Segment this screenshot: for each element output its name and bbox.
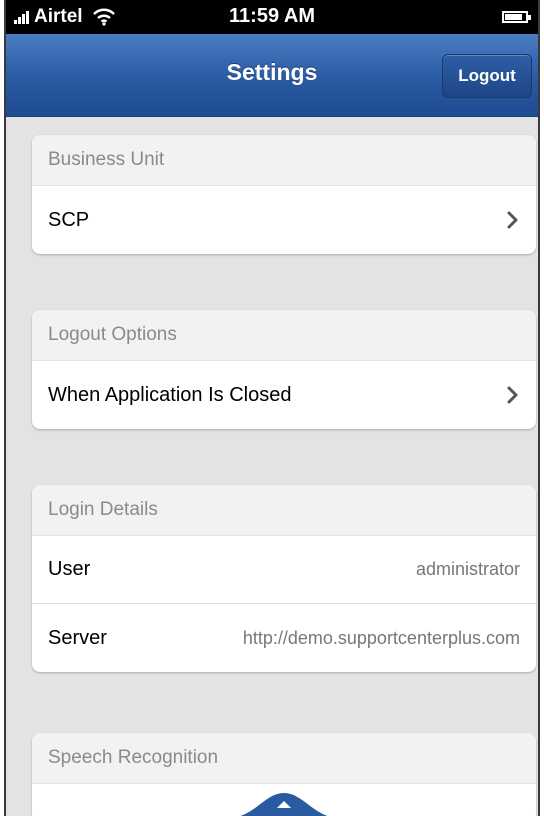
status-time: 11:59 AM [229,5,315,27]
chevron-right-icon [507,211,518,229]
speech-recognition-header: Speech Recognition [32,733,536,784]
status-bar: Airtel 11:59 AM [6,0,538,34]
login-details-section: Login Details User administrator Server … [32,485,536,672]
business-unit-row[interactable]: SCP [32,186,536,254]
server-row: Server http://demo.supportcenterplus.com [32,604,536,672]
logout-options-header: Logout Options [32,310,536,361]
logout-button[interactable]: Logout [442,54,532,98]
logout-options-row[interactable]: When Application Is Closed [32,361,536,429]
device-screen: Airtel 11:59 AM Settings Logout Business… [4,0,540,816]
chevron-up-icon[interactable] [224,789,344,816]
chevron-right-icon [507,386,518,404]
logout-options-value: When Application Is Closed [48,383,292,406]
login-details-header: Login Details [32,485,536,536]
user-value: administrator [415,559,520,579]
business-unit-section: Business Unit SCP [32,135,536,254]
business-unit-value: SCP [48,208,90,231]
battery-icon [502,11,531,23]
settings-content[interactable]: Business Unit SCP Logout Options When Ap… [6,117,538,816]
logout-options-section: Logout Options When Application Is Close… [32,310,536,429]
server-value: http://demo.supportcenterplus.com [242,627,520,648]
navigation-bar: Settings Logout [6,34,538,117]
user-row: User administrator [32,536,536,604]
battery-fill [505,14,522,20]
user-label: User [48,558,91,580]
server-label: Server [48,626,107,649]
business-unit-header: Business Unit [32,135,536,186]
